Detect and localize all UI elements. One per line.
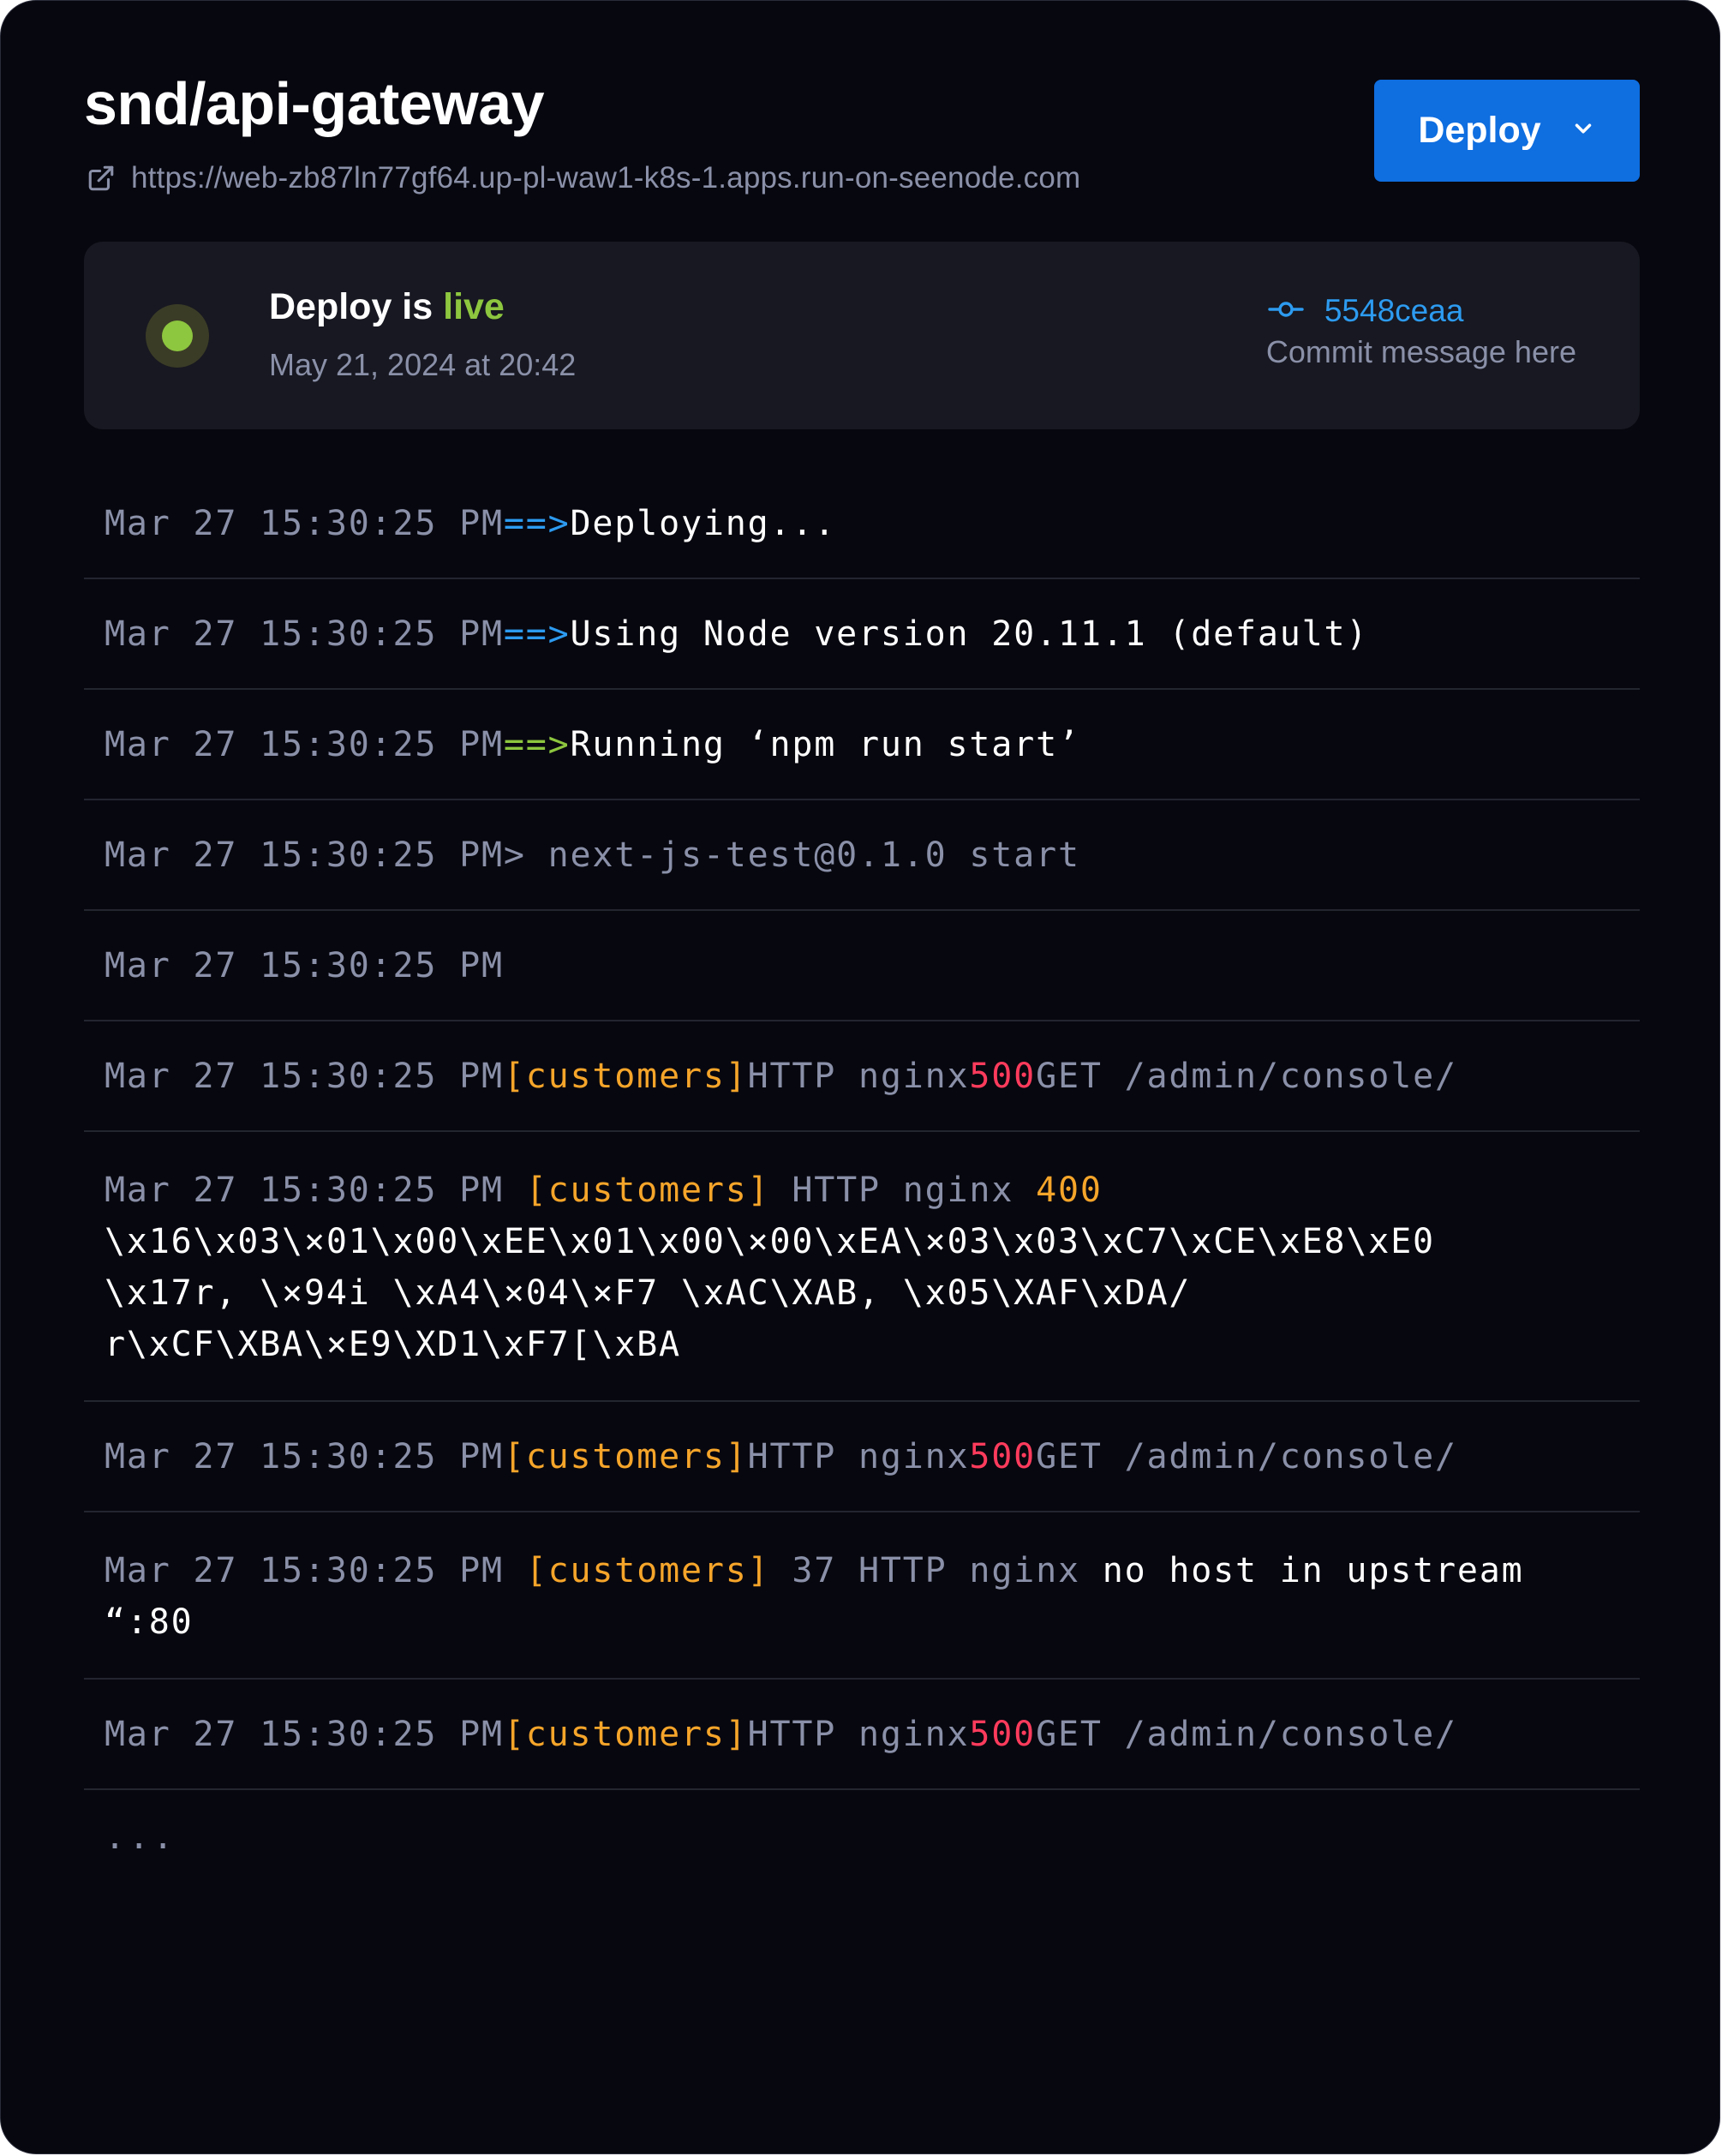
- log-timestamp: Mar 27 15:30:25 PM: [105, 503, 504, 543]
- commit-link[interactable]: 5548ceaa: [1266, 291, 1576, 331]
- log-line-head: Mar 27 15:30:25 PM [customers] HTTP ngin…: [105, 1165, 1619, 1216]
- log-line: Mar 27 15:30:25 PM ==> Running ‘npm run …: [84, 690, 1640, 800]
- log-message: Running ‘npm run start’: [570, 724, 1080, 764]
- log-line: Mar 27 15:30:25 PM [customers] HTTP ngin…: [84, 1680, 1640, 1790]
- log-continuation: “:80: [105, 1602, 194, 1642]
- log-continuation: \x16\x03\×01\x00\xEE\x01\x00\×00\xEA\×03…: [105, 1222, 1435, 1261]
- chevron-down-icon: [1570, 116, 1596, 146]
- log-message: Deploying...: [570, 503, 837, 543]
- log-tag: [customers]: [525, 1171, 770, 1210]
- log-request: GET /admin/console/: [1036, 1056, 1457, 1096]
- log-line: Mar 27 15:30:25 PM > next-js-test@0.1.0 …: [84, 800, 1640, 911]
- log-continuation: \x17r, \×94i \xA4\×04\×F7 \xAC\XAB, \x05…: [105, 1273, 1192, 1313]
- log-timestamp: Mar 27 15:30:25 PM: [105, 835, 504, 875]
- commit-message: Commit message here: [1265, 334, 1576, 369]
- live-dot: [162, 320, 193, 351]
- commit-info: 5548ceaa Commit message here: [1266, 291, 1576, 370]
- deploy-status-text: Deploy is live: [269, 284, 505, 329]
- log-protocol: 37 HTTP nginx: [792, 1551, 1080, 1590]
- log-timestamp: Mar 27 15:30:25 PM: [105, 614, 504, 654]
- log-status-code: 500: [969, 1714, 1037, 1754]
- commit-hash[interactable]: 5548ceaa: [1324, 293, 1464, 329]
- page-title: snd/api-gateway: [84, 70, 545, 137]
- log-tag: [customers]: [503, 1714, 748, 1754]
- external-link-icon: [87, 164, 116, 193]
- log-status-code: 400: [1036, 1171, 1103, 1210]
- status-prefix: Deploy is: [269, 286, 444, 327]
- deploy-panel: snd/api-gateway https://web-zb87ln77gf64…: [0, 0, 1720, 2154]
- log-timestamp: Mar 27 15:30:25 PM: [105, 1171, 504, 1210]
- log-line: Mar 27 15:30:25 PM ==> Using Node versio…: [84, 579, 1640, 690]
- log-arrow: ==>: [503, 503, 571, 543]
- log-timestamp: Mar 27 15:30:25 PM: [105, 1714, 504, 1754]
- service-url-link[interactable]: https://web-zb87ln77gf64.up-pl-waw1-k8s-…: [87, 160, 1080, 196]
- log-continuation: r\xCF\XBA\×E9\XD1\xF7[\xBA: [105, 1325, 681, 1364]
- log-timestamp: Mar 27 15:30:25 PM: [105, 724, 504, 764]
- deploy-button-label: Deploy: [1418, 110, 1541, 151]
- deploy-date: May 21, 2024 at 20:42: [269, 347, 577, 382]
- log-message: no host in upstream: [1102, 1551, 1524, 1590]
- log-status-code: 500: [969, 1056, 1037, 1096]
- log-timestamp: Mar 27 15:30:25 PM: [105, 945, 504, 985]
- deploy-log: Mar 27 15:30:25 PM ==> Deploying... Mar 2…: [84, 469, 1640, 1884]
- log-arrow: ==>: [503, 724, 571, 764]
- log-status-code: 500: [969, 1436, 1037, 1476]
- log-timestamp: Mar 27 15:30:25 PM: [105, 1551, 504, 1590]
- deploy-status-card: Deploy is live May 21, 2024 at 20:42 554…: [84, 242, 1640, 429]
- log-timestamp: Mar 27 15:30:25 PM: [105, 1436, 504, 1476]
- service-url[interactable]: https://web-zb87ln77gf64.up-pl-waw1-k8s-…: [131, 161, 1080, 195]
- log-line: Mar 27 15:30:25 PM [customers] HTTP ngin…: [84, 1021, 1640, 1132]
- log-request: GET /admin/console/: [1036, 1714, 1457, 1754]
- deploy-button[interactable]: Deploy: [1374, 80, 1640, 182]
- log-line: Mar 27 15:30:25 PM [customers] HTTP ngin…: [84, 1402, 1640, 1512]
- log-tag: [customers]: [503, 1056, 748, 1096]
- log-message: > next-js-test@0.1.0 start: [503, 835, 1080, 875]
- log-tag: [customers]: [525, 1551, 770, 1590]
- log-protocol: HTTP nginx: [747, 1714, 970, 1754]
- log-line: Mar 27 15:30:25 PM: [84, 911, 1640, 1021]
- log-more-indicator: ...: [105, 1818, 177, 1857]
- log-protocol: HTTP nginx: [792, 1171, 1014, 1210]
- log-line: Mar 27 15:30:25 PM [customers] HTTP ngin…: [84, 1132, 1640, 1402]
- log-message: Using Node version 20.11.1 (default): [570, 614, 1369, 654]
- log-protocol: HTTP nginx: [747, 1436, 970, 1476]
- log-line: Mar 27 15:30:25 PM ==> Deploying...: [84, 469, 1640, 579]
- log-tag: [customers]: [503, 1436, 748, 1476]
- log-protocol: HTTP nginx: [747, 1056, 970, 1096]
- live-status-indicator: [146, 304, 209, 368]
- log-request: GET /admin/console/: [1036, 1436, 1457, 1476]
- git-commit-icon: [1268, 298, 1304, 325]
- log-line-head: Mar 27 15:30:25 PM [customers] 37 HTTP n…: [105, 1545, 1619, 1596]
- log-arrow: ==>: [503, 614, 571, 654]
- log-line: Mar 27 15:30:25 PM [customers] 37 HTTP n…: [84, 1512, 1640, 1680]
- log-timestamp: Mar 27 15:30:25 PM: [105, 1056, 504, 1096]
- status-state: live: [443, 286, 505, 327]
